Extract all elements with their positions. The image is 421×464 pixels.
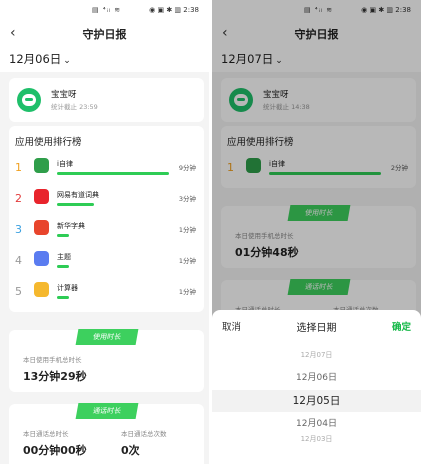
call-duration-value: 00分钟00秒 [23, 444, 87, 457]
status-icons: ▤ ⁴ᵢₗ ≋ [92, 6, 122, 14]
app-usage-time: 3分钟 [178, 195, 196, 203]
profile-name: 宝宝呀 [51, 90, 77, 100]
picker-option[interactable]: 12月06日 [212, 370, 421, 383]
app-name: 计算器 [57, 284, 78, 292]
ranking-row[interactable]: 2 网易有道词典 3分钟 [9, 187, 204, 217]
ranking-card: 应用使用排行榜 1 i自律 9分钟 2 网易有道词典 3分钟 3 新华字典 1分钟 4 主题 1分钟 5… [9, 126, 204, 312]
app-icon [34, 189, 49, 204]
ranking-title: 应用使用排行榜 [15, 137, 82, 148]
status-icons: ▤ ⁴ᵢₗ ≋ [304, 6, 334, 14]
avatar [229, 88, 253, 112]
app-icon [34, 282, 49, 297]
status-time: ◉ ▣ ✱ ▥ 2:38 [361, 6, 411, 14]
nav-bar: ‹ 守护日报 [212, 22, 421, 44]
ranking-row[interactable]: 5 计算器 1分钟 [9, 280, 204, 310]
call-duration-label: 本日通话总时长 [23, 430, 69, 438]
date-selector[interactable]: 12月07日 ⌄ [212, 44, 421, 72]
rank-number: 5 [15, 285, 22, 298]
status-bar: ▤ ⁴ᵢₗ ≋ ◉ ▣ ✱ ▥ 2:38 [0, 0, 209, 22]
picker-option[interactable]: 12月03日 [212, 434, 421, 444]
status-time: ◉ ▣ ✱ ▥ 2:38 [149, 6, 199, 14]
app-usage-time: 1分钟 [178, 288, 196, 296]
date-label: 12月07日 [221, 52, 274, 66]
left-screen: ▤ ⁴ᵢₗ ≋ ◉ ▣ ✱ ▥ 2:38 ‹ 守护日报 12月06日 ⌄ 宝宝呀 … [0, 0, 209, 464]
date-label: 12月06日 [9, 52, 62, 66]
app-icon [246, 158, 261, 173]
rank-number: 1 [15, 161, 22, 174]
picker-option-selected[interactable]: 12月05日 [212, 393, 421, 408]
rank-number: 3 [15, 223, 22, 236]
status-bar: ▤ ⁴ᵢₗ ≋ ◉ ▣ ✱ ▥ 2:38 [212, 0, 421, 22]
app-name: i自律 [269, 160, 285, 168]
app-name: 网易有道词典 [57, 191, 99, 199]
ranking-row[interactable]: 3 新华字典 1分钟 [9, 218, 204, 248]
profile-stat-time: 统计截止 23:59 [51, 103, 98, 111]
usage-bar [57, 203, 94, 206]
right-screen: ▤ ⁴ᵢₗ ≋ ◉ ▣ ✱ ▥ 2:38 ‹ 守护日报 12月07日 ⌄ 宝宝呀 … [212, 0, 421, 464]
usage-bar [57, 234, 69, 237]
picker-title: 选择日期 [296, 323, 337, 334]
page-title: 守护日报 [82, 28, 127, 41]
app-name: 新华字典 [57, 222, 85, 230]
ranking-title: 应用使用排行榜 [227, 137, 294, 148]
usage-bar [269, 172, 381, 175]
profile-name: 宝宝呀 [263, 90, 289, 100]
usage-bar [57, 265, 69, 268]
picker-option[interactable]: 12月07日 [212, 350, 421, 360]
usage-banner: 使用时长 [9, 324, 204, 345]
confirm-button[interactable]: 确定 [392, 319, 411, 333]
ranking-card: 应用使用排行榜 1 i自律 2分钟 [221, 126, 416, 188]
picker-option[interactable]: 12月04日 [212, 416, 421, 429]
chevron-down-icon: ⌄ [63, 56, 71, 66]
call-count-label: 本日通话总次数 [121, 430, 167, 438]
usage-card: 使用时长 本日使用手机总时长 01分钟48秒 [221, 205, 416, 268]
profile-card: 宝宝呀 统计截止 23:59 [9, 78, 204, 122]
usage-value: 13分钟29秒 [23, 370, 87, 383]
page-title: 守护日报 [294, 28, 339, 41]
usage-label: 本日使用手机总时长 [23, 356, 82, 364]
usage-card: 使用时长 本日使用手机总时长 13分钟29秒 [9, 329, 204, 392]
call-count-value: 0次 [121, 444, 140, 457]
call-card: 通话时长 本日通话总时长 00分钟00秒 本日通话总次数 0次 [9, 403, 204, 464]
call-banner: 通话时长 [221, 274, 416, 295]
rank-number: 1 [227, 161, 234, 174]
usage-banner: 使用时长 [221, 200, 416, 221]
rank-number: 4 [15, 254, 22, 267]
date-selector[interactable]: 12月06日 ⌄ [0, 44, 209, 72]
ranking-row[interactable]: 1 i自律 2分钟 [221, 156, 416, 186]
app-usage-time: 1分钟 [178, 226, 196, 234]
date-picker-sheet: 取消 选择日期 确定 12月07日 12月06日 12月05日 12月04日 12月03… [212, 310, 421, 464]
ranking-row[interactable]: 1 i自律 9分钟 [9, 156, 204, 186]
app-name: 主题 [57, 253, 71, 261]
app-usage-time: 2分钟 [390, 164, 408, 172]
nav-bar: ‹ 守护日报 [0, 22, 209, 44]
chevron-down-icon: ⌄ [275, 56, 283, 66]
usage-label: 本日使用手机总时长 [235, 232, 294, 240]
ranking-row[interactable]: 4 主题 1分钟 [9, 249, 204, 279]
app-icon [34, 158, 49, 173]
profile-stat-time: 统计截止 14:38 [263, 103, 310, 111]
usage-bar [57, 172, 169, 175]
profile-card: 宝宝呀 统计截止 14:38 [221, 78, 416, 122]
app-usage-time: 1分钟 [178, 257, 196, 265]
app-name: i自律 [57, 160, 73, 168]
app-icon [34, 251, 49, 266]
call-banner: 通话时长 [9, 398, 204, 419]
usage-bar [57, 296, 69, 299]
usage-value: 01分钟48秒 [235, 246, 299, 259]
avatar [17, 88, 41, 112]
app-icon [34, 220, 49, 235]
rank-number: 2 [15, 192, 22, 205]
app-usage-time: 9分钟 [178, 164, 196, 172]
